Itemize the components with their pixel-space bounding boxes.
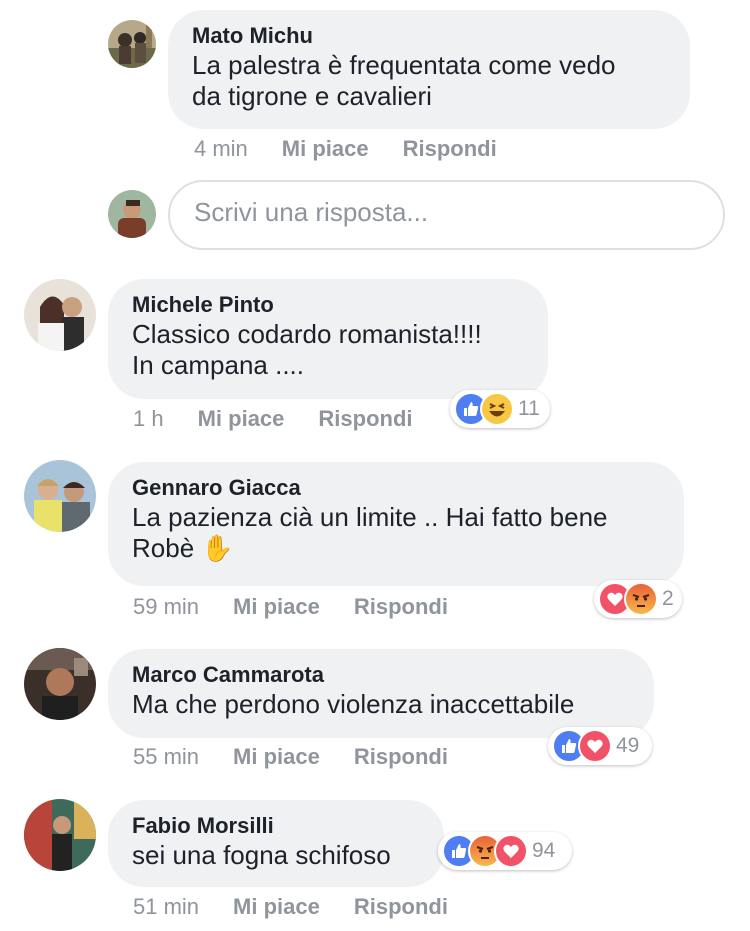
comment-text-line: Robè ✋ [132,533,234,563]
comment-text-line: sei una fogna schifoso [132,840,391,870]
comment-author[interactable]: Gennaro Giacca [132,474,660,502]
avatar[interactable] [108,20,156,68]
comment-text-line: In campana .... [132,350,304,380]
comment-author[interactable]: Mato Michu [192,22,666,50]
comment-time[interactable]: 55 min [133,744,199,770]
reply-button[interactable]: Rispondi [354,744,448,770]
reply-box[interactable] [168,180,725,250]
like-button[interactable]: Mi piace [233,744,320,770]
haha-icon [480,392,514,426]
angry-icon [624,582,658,616]
reply-button[interactable]: Rispondi [354,594,448,620]
comment-meta: 4 min Mi piace Rispondi [194,136,497,162]
like-button[interactable]: Mi piace [233,594,320,620]
reaction-count: 49 [616,734,640,757]
comment-time[interactable]: 59 min [133,594,199,620]
comment-bubble: Mato Michu La palestra è frequentata com… [168,10,690,129]
reply-button[interactable]: Rispondi [354,894,448,920]
comment-text-line: da tigrone e cavalieri [192,81,432,111]
comment-time[interactable]: 1 h [133,406,164,432]
comment-text-line: La palestra è frequentata come vedo [192,50,616,80]
comment-meta: 55 min Mi piace Rispondi [133,744,448,770]
avatar[interactable] [24,279,96,351]
love-icon [578,729,612,763]
comment-author[interactable]: Fabio Morsilli [132,812,420,840]
reactions-summary[interactable]: 94 [438,832,572,870]
comment-text-line: La pazienza cià un limite .. Hai fatto b… [132,502,608,532]
comment-bubble: Fabio Morsilli sei una fogna schifoso [108,800,444,887]
comment-meta: 59 min Mi piace Rispondi [133,594,448,620]
reactions-summary[interactable]: 11 [450,390,550,428]
comment-author[interactable]: Michele Pinto [132,291,524,319]
reply-button[interactable]: Rispondi [318,406,412,432]
like-button[interactable]: Mi piace [198,406,285,432]
comment-text-line: Classico codardo romanista!!!! [132,319,482,349]
comment-time[interactable]: 4 min [194,136,248,162]
like-button[interactable]: Mi piace [282,136,369,162]
comment-meta: 51 min Mi piace Rispondi [133,894,448,920]
reaction-count: 11 [518,397,540,420]
comment-bubble: Gennaro Giacca La pazienza cià un limite… [108,462,684,586]
comment-text-line: Ma che perdono violenza inaccettabile [132,689,575,719]
reaction-count: 94 [532,839,556,862]
avatar[interactable] [24,799,96,871]
comment-time[interactable]: 51 min [133,894,199,920]
current-user-avatar [108,190,156,238]
comment-meta: 1 h Mi piace Rispondi [133,406,413,432]
reaction-count: 2 [662,587,674,610]
love-icon [494,834,528,868]
comment-bubble: Marco Cammarota Ma che perdono violenza … [108,649,654,738]
reactions-summary[interactable]: 49 [548,727,652,765]
reply-button[interactable]: Rispondi [403,136,497,162]
comment-bubble: Michele Pinto Classico codardo romanista… [108,279,548,399]
like-button[interactable]: Mi piace [233,894,320,920]
avatar[interactable] [24,460,96,532]
avatar[interactable] [24,648,96,720]
reactions-summary[interactable]: 2 [594,580,682,618]
comment-author[interactable]: Marco Cammarota [132,661,630,689]
reply-input[interactable] [192,196,696,229]
